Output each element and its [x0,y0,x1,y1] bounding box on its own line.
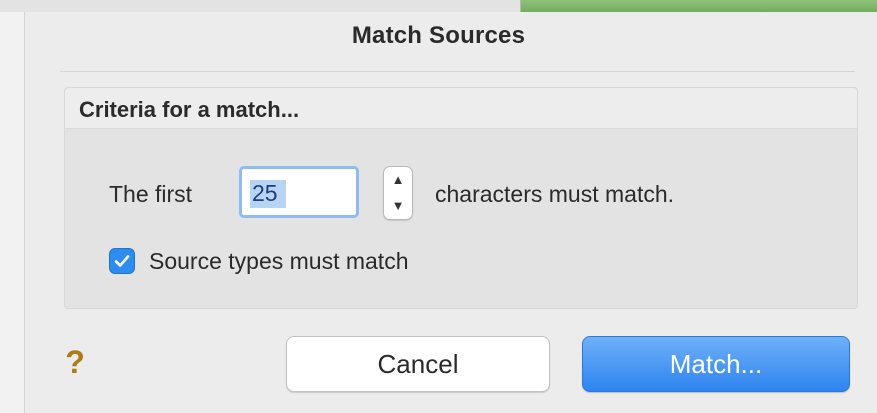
first-label: The first [109,181,193,207]
cancel-button[interactable]: Cancel [286,336,550,392]
source-types-label: Source types must match [149,248,409,274]
title-separator [60,71,855,72]
match-button[interactable]: Match... [582,336,850,392]
characters-count-stepper[interactable]: ▲ ▼ [383,166,413,220]
background-window-strip [0,12,24,413]
characters-count-field[interactable] [239,166,359,218]
chevron-down-icon[interactable]: ▼ [384,193,412,219]
characters-count-input[interactable] [252,179,352,207]
criteria-panel: Criteria for a match... The first ▲ ▼ ch… [64,87,858,309]
help-icon[interactable]: ? [60,342,90,382]
characters-suffix-label: characters must match. [435,181,675,207]
checkmark-icon [114,255,130,267]
dialog-title: Match Sources [351,22,526,49]
criteria-title: Criteria for a match... [79,97,300,122]
chevron-up-icon[interactable]: ▲ [384,167,412,193]
criteria-header: Criteria for a match... [65,88,857,129]
source-types-checkbox[interactable] [109,248,135,274]
